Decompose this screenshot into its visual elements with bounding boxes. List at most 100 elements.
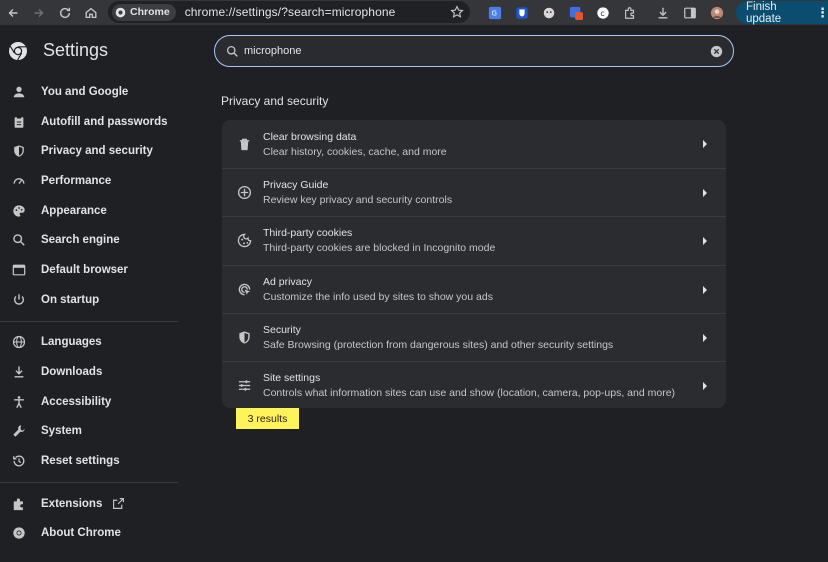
extensions-toolbar: G c [484,0,728,25]
speedometer-icon [11,173,26,188]
side-panel-icon [684,7,696,18]
extension-bitwarden[interactable] [511,2,533,24]
home-button[interactable] [78,0,104,25]
sidebar-item-you-and-google[interactable]: You and Google [0,77,180,107]
reload-icon [59,7,71,18]
sidebar-item-autofill[interactable]: Autofill and passwords [0,107,180,137]
profile-avatar[interactable] [706,2,728,24]
clear-search-icon[interactable] [710,45,723,58]
shield-icon [236,329,252,345]
row-title: Ad privacy [263,275,313,288]
sidebar-divider [0,481,178,483]
sidebar-item-system[interactable]: System [0,417,180,447]
finish-update-label: Finish update [746,0,782,25]
sidebar-item-accessibility[interactable]: Accessibility [0,387,180,417]
sidebar-item-performance[interactable]: Performance [0,166,180,196]
arrow-right-icon [703,237,707,246]
sidebar-item-label: Extensions [41,497,103,510]
sidebar-item-label: Reset settings [41,455,120,468]
sliders-icon [236,378,252,394]
extension-ghost[interactable] [538,2,560,24]
sidebar-item-about-chrome[interactable]: About Chrome [0,519,180,549]
clipboard-icon [11,114,26,129]
sidebar-item-languages[interactable]: Languages [0,328,180,358]
arrow-right-icon [703,140,707,148]
row-title: Site settings [263,372,321,385]
row-title: Third-party cookies [263,227,353,240]
home-icon [85,7,97,18]
sidebar-item-search-engine[interactable]: Search engine [0,225,180,255]
compass-icon [236,185,252,201]
extensions-menu-button[interactable] [619,2,641,24]
downloads-button[interactable] [652,2,674,24]
arrow-right-icon [34,8,44,17]
search-results-badge: 3 results [236,408,299,429]
back-button[interactable] [0,0,26,25]
cookie-icon [236,233,252,249]
chrome-icon [115,7,126,17]
row-site-settings[interactable]: Site settings Controls what information … [222,360,726,408]
side-panel-button[interactable] [679,2,701,24]
row-third-party-cookies[interactable]: Third-party cookies Third-party cookies … [222,216,726,264]
avatar-icon [710,6,724,19]
sidebar-divider [0,320,178,322]
svg-text:c: c [600,9,604,18]
puzzle-icon [11,496,26,511]
row-clear-browsing-data[interactable]: Clear browsing data Clear history, cooki… [222,120,726,168]
sidebar-item-label: About Chrome [41,527,121,540]
url-text: chrome://settings/?search=microphone [184,5,396,19]
sidebar-item-label: Autofill and passwords [41,115,168,128]
sidebar-item-label: System [41,425,82,438]
wrench-icon [11,424,26,439]
download-icon [11,365,26,380]
row-subtitle: Clear history, cookies, cache, and more [263,145,447,158]
sidebar-item-default-browser[interactable]: Default browser [0,255,180,285]
search-icon [226,45,238,57]
sidebar-item-extensions[interactable]: Extensions [0,489,180,519]
sidebar-item-label: Languages [41,336,102,349]
sidebar-item-label: On startup [41,293,100,306]
row-ad-privacy[interactable]: Ad privacy Customize the info used by si… [222,264,726,313]
svg-text:G: G [492,9,497,17]
chrome-icon [11,526,26,541]
sidebar-item-reset-settings[interactable]: Reset settings [0,446,180,476]
chrome-logo-icon [9,42,27,61]
row-subtitle: Customize the info used by sites to show… [263,290,493,303]
forward-button[interactable] [26,0,52,25]
arrow-right-icon [703,381,707,390]
row-title: Privacy Guide [263,179,329,192]
sidebar-item-on-startup[interactable]: On startup [0,285,180,315]
page-title: Settings [43,40,109,60]
extension-notification[interactable] [565,2,587,24]
shield-icon [11,144,26,159]
shield-extension-icon [516,6,528,19]
star-icon[interactable] [450,5,464,19]
finish-update-button[interactable]: Finish update ⋮ [736,0,828,25]
row-title: Security [263,323,301,336]
ghost-icon [543,7,555,18]
row-subtitle: Third-party cookies are blocked in Incog… [263,242,496,255]
address-bar[interactable]: Chrome chrome://settings/?search=microph… [108,1,470,23]
circle-c-icon: c [597,6,609,19]
row-subtitle: Controls what information sites can use … [263,387,676,400]
sidebar-item-downloads[interactable]: Downloads [0,357,180,387]
row-security[interactable]: Security Safe Browsing (protection from … [222,312,726,361]
sidebar-item-label: Privacy and security [41,145,153,158]
sidebar-item-label: Search engine [41,234,120,247]
sidebar-item-appearance[interactable]: Appearance [0,196,180,226]
arrow-left-icon [8,8,18,17]
open-in-new-icon [113,498,125,510]
privacy-settings-card: Clear browsing data Clear history, cooki… [222,120,726,408]
sidebar-item-privacy[interactable]: Privacy and security [0,136,180,166]
puzzle-icon [625,6,635,19]
extension-translate[interactable]: G [484,2,506,24]
browser-toolbar: Chrome chrome://settings/?search=microph… [0,0,828,25]
site-chip[interactable]: Chrome [112,3,176,21]
row-privacy-guide[interactable]: Privacy Guide Review key privacy and sec… [222,168,726,216]
reload-button[interactable] [52,0,78,25]
palette-icon [11,203,26,218]
extension-circle[interactable]: c [592,2,614,24]
search-input[interactable] [244,45,710,57]
globe-icon [11,335,26,350]
more-vertical-icon: ⋮ [816,4,828,20]
